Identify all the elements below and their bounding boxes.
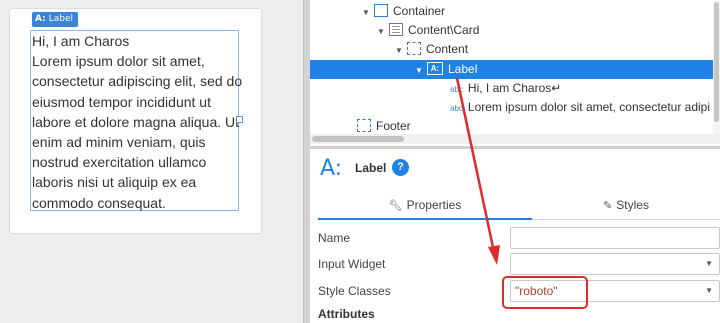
tree-item-footer[interactable]: Footer xyxy=(355,117,411,134)
expand-arrow-icon[interactable]: ▼ xyxy=(393,41,405,60)
property-label: Style Classes xyxy=(318,284,391,298)
label-icon: A: xyxy=(427,62,443,76)
design-canvas[interactable]: A: Label Hi, I am Charos Lorem ipsum dolo… xyxy=(0,0,303,323)
tree-vertical-scrollbar[interactable] xyxy=(713,0,720,134)
property-row-input-widget: Input Widget ▼ xyxy=(318,252,720,278)
right-panel: ▼ Container ▼ Content\Card ▼ Content ▼ A: Lab… xyxy=(310,0,720,323)
scroll-thumb[interactable] xyxy=(714,2,719,122)
property-row-name: Name xyxy=(318,226,720,252)
card-icon xyxy=(389,23,403,37)
tree-horizontal-scrollbar[interactable] xyxy=(310,134,720,144)
panel-separator[interactable] xyxy=(310,146,720,149)
tree-item-label: Content\Card xyxy=(408,23,480,37)
label-line: eiusmod tempor incididunt ut xyxy=(32,93,211,110)
inspector-header: A: Label ? xyxy=(310,152,720,186)
tab-styles[interactable]: ✎ Styles xyxy=(532,192,720,220)
label-line: Hi, I am Charos xyxy=(32,33,130,49)
name-input[interactable] xyxy=(510,227,720,249)
tab-properties[interactable]: 🔧︎ Properties xyxy=(318,192,532,220)
label-line: consectetur adipiscing elit, sed do xyxy=(32,73,243,90)
tree-item-label: Lorem ipsum dolor sit amet, consectetur … xyxy=(467,100,711,114)
tree-item-text[interactable]: abc Lorem ipsum dolor sit amet, consectet… xyxy=(448,98,710,117)
inspector-tabs: 🔧︎ Properties ✎ Styles xyxy=(318,192,720,220)
text-icon: abc xyxy=(450,104,463,113)
inspector-title: Label xyxy=(355,161,387,175)
wrench-icon: 🔧︎ xyxy=(388,200,403,212)
tree-item-label: Content xyxy=(426,42,469,56)
tree-item-text[interactable]: abc Hi, I am Charos↵ xyxy=(448,79,561,98)
label-widget[interactable]: Hi, I am Charos Lorem ipsum dolor sit am… xyxy=(32,31,243,213)
tree-item-container[interactable]: ▼ Container xyxy=(360,2,445,21)
expand-arrow-icon[interactable]: ▼ xyxy=(375,22,387,41)
tree-item-label: Label xyxy=(448,62,478,76)
label-line: nostrud exercitation ullamco xyxy=(32,154,207,171)
chevron-down-icon[interactable]: ▼ xyxy=(705,281,713,301)
tree-item-label-node[interactable]: ▼ A: Label xyxy=(413,60,477,79)
tree-item-content[interactable]: ▼ Content xyxy=(393,40,468,59)
tab-label: Styles xyxy=(616,198,649,212)
label-line: labore et dolore magna aliqua. Ut xyxy=(32,113,240,130)
chevron-down-icon[interactable]: ▼ xyxy=(705,254,713,274)
brush-icon: ✎ xyxy=(603,200,613,212)
input-widget-select[interactable]: ▼ xyxy=(510,253,720,275)
container-icon xyxy=(374,4,388,18)
selection-tag: A: Label xyxy=(32,12,79,27)
panel-splitter[interactable] xyxy=(303,0,310,323)
label-line: enim ad minim veniam, quis xyxy=(32,134,206,151)
tree-item-label: Hi, I am Charos↵ xyxy=(467,81,562,95)
flex-container-icon xyxy=(407,42,421,56)
tree-item-label: Footer xyxy=(376,119,411,133)
expand-arrow-icon[interactable]: ▼ xyxy=(413,61,425,80)
attributes-section-header: Attributes xyxy=(318,307,375,321)
expand-arrow-icon[interactable]: ▼ xyxy=(360,3,372,22)
selection-tag-label: Label xyxy=(48,14,74,24)
tab-label: Properties xyxy=(406,198,462,212)
text-icon: abc xyxy=(450,85,463,94)
flex-container-icon xyxy=(357,119,371,133)
help-icon[interactable]: ? xyxy=(392,159,409,176)
label-line: laboris nisi ut aliquip ex ea xyxy=(32,174,197,191)
annotation-highlight-box xyxy=(502,276,588,309)
label-type-icon: A: xyxy=(320,156,343,181)
property-label: Input Widget xyxy=(318,257,386,271)
label-line: commodo consequat. xyxy=(32,194,166,211)
tree-item-content-card[interactable]: ▼ Content\Card xyxy=(375,21,479,40)
label-line: Lorem ipsum dolor sit amet, xyxy=(32,53,205,70)
label-type-icon: A: xyxy=(35,14,46,24)
tree-item-label-selected[interactable]: ▼ A: Label xyxy=(310,60,720,79)
tree-item-label: Container xyxy=(393,4,446,18)
scroll-thumb[interactable] xyxy=(312,136,404,142)
resize-handle[interactable] xyxy=(236,116,243,123)
widget-tree: ▼ Container ▼ Content\Card ▼ Content ▼ A: Lab… xyxy=(310,0,720,134)
property-label: Name xyxy=(318,231,351,245)
